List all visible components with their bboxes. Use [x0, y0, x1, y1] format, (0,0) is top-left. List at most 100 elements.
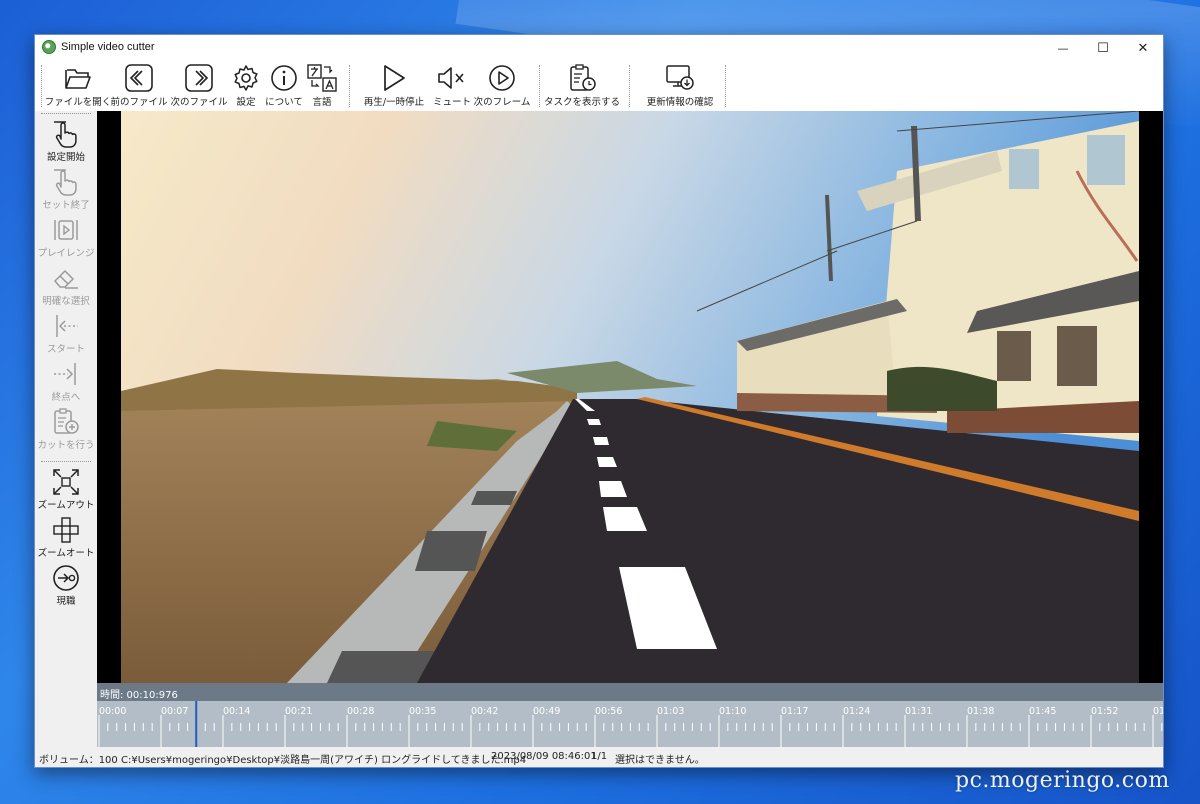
timeline-tick-label: 01:31 [905, 706, 932, 717]
timeline-tick-label: 00:56 [595, 706, 622, 717]
minimize-icon: — [1057, 41, 1069, 55]
time-display-bar: 時間: 00:10:976 [97, 683, 1163, 701]
go-start-label: スタート [46, 344, 85, 355]
do-cut-label: カットを行う [37, 440, 95, 451]
video-frame-image [97, 111, 1163, 683]
left-sidebar: 設定開始 セット終了 プレイレンジ 明確な選択 スタート 終点へ カットを行う [35, 111, 97, 747]
info-icon [271, 65, 297, 91]
next-file-button[interactable]: 次のファイル [171, 63, 228, 109]
start-setting-button[interactable]: 設定開始 [35, 119, 97, 165]
zoom-auto-label: ズームオート [37, 548, 95, 559]
open-file-button[interactable]: ファイルを開く [45, 63, 111, 109]
close-button[interactable]: ✕ [1123, 35, 1163, 61]
title-bar[interactable]: Simple video cutter — ☐ ✕ [35, 35, 1163, 61]
task-clipboard-icon [570, 64, 596, 91]
prev-file-label: 前のファイル [110, 97, 168, 108]
go-end-button[interactable]: 終点へ [35, 359, 97, 405]
eraser-icon [54, 270, 78, 289]
timeline-tick-label: 01:10 [719, 706, 746, 717]
selection-status: 選択はできません。 [615, 755, 705, 766]
app-icon [42, 40, 56, 54]
go-end-icon [54, 363, 76, 385]
go-start-button[interactable]: スタート [35, 311, 97, 357]
timeline-tick-label: 01:38 [967, 706, 994, 717]
play-range-icon [54, 220, 78, 240]
hand-pointer-icon [54, 169, 77, 196]
about-button[interactable]: について [265, 63, 303, 109]
timeline-tick-label: 00:14 [223, 706, 250, 717]
translate-icon [307, 64, 337, 92]
show-tasks-button[interactable]: タスクを表示する [544, 63, 621, 109]
timeline-tick-label: 00:49 [533, 706, 560, 717]
sidebar-separator [41, 461, 91, 462]
timeline-tick-label: 01:52 [1091, 706, 1118, 717]
about-label: について [265, 97, 303, 108]
settings-button[interactable]: 設定 [229, 63, 263, 109]
play-icon [384, 65, 405, 91]
settings-label: 設定 [236, 97, 256, 108]
language-label: 言語 [312, 97, 332, 108]
check-updates-button[interactable]: 更新情報の確認 [635, 63, 725, 109]
app-window: Simple video cutter — ☐ ✕ ファイルを開く 前のファイル… [34, 34, 1164, 768]
next-frame-icon [489, 65, 515, 91]
minimize-button[interactable]: — [1043, 35, 1083, 61]
file-date-status: 2023/08/09 08:46:01 [491, 751, 597, 762]
file-count-status: 1/1 [591, 751, 608, 762]
next-frame-button[interactable]: 次のフレーム [473, 63, 531, 109]
update-download-icon [666, 65, 694, 90]
volume-status: ボリューム：100 [39, 755, 118, 766]
prev-file-button[interactable]: 前のファイル [110, 63, 168, 109]
cut-task-icon [54, 408, 79, 434]
play-pause-button[interactable]: 再生/一時停止 [357, 63, 431, 109]
timeline-ticks: 00:00 00:07 00:14 00:21 00:28 00:35 00:42 00:49… [98, 701, 1163, 747]
show-tasks-label: タスクを表示する [544, 97, 621, 108]
zoom-auto-icon [53, 517, 79, 543]
toolbar-separator [725, 65, 727, 107]
current-time-label: 時間: 00:10:976 [100, 690, 178, 701]
clear-selection-button[interactable]: 明確な選択 [35, 263, 97, 309]
go-start-icon [56, 315, 78, 337]
language-button[interactable]: 言語 [305, 63, 339, 109]
status-bar: ボリューム：100 C:¥Users¥mogeringo¥Desktop¥淡路島… [35, 747, 1163, 767]
gear-icon [234, 65, 258, 91]
toolbar-separator [539, 65, 541, 107]
close-icon: ✕ [1137, 40, 1149, 56]
timeline-tick-label: 00:28 [347, 706, 374, 717]
timeline-tick-label: 01:03 [657, 706, 684, 717]
timeline-tick-label: 00:35 [409, 706, 436, 717]
timeline-ruler[interactable]: 00:00 00:07 00:14 00:21 00:28 00:35 00:42 00:49… [97, 701, 1163, 747]
clear-selection-label: 明確な選択 [42, 296, 90, 307]
zoom-out-label: ズームアウト [37, 500, 95, 511]
mute-label: ミュート [433, 97, 472, 108]
zoom-out-button[interactable]: ズームアウト [35, 467, 97, 513]
do-cut-button[interactable]: カットを行う [35, 407, 97, 453]
toolbar-separator [629, 65, 631, 107]
open-file-label: ファイルを開く [44, 97, 112, 108]
maximize-button[interactable]: ☐ [1083, 35, 1123, 61]
play-range-button[interactable]: プレイレンジ [35, 215, 97, 261]
zoom-auto-button[interactable]: ズームオート [35, 515, 97, 561]
start-setting-label: 設定開始 [46, 152, 85, 163]
timeline-playhead[interactable] [195, 701, 198, 747]
video-preview[interactable] [97, 111, 1163, 683]
timeline-tick-label: 00:07 [161, 706, 188, 717]
play-pause-label: 再生/一時停止 [363, 97, 425, 108]
watermark-text: pc.mogeringo.com [955, 768, 1170, 793]
maximize-icon: ☐ [1097, 40, 1109, 56]
go-current-icon [53, 565, 79, 591]
toolbar-separator [349, 65, 351, 107]
current-position-label: 現職 [56, 596, 76, 607]
toolbar-separator [41, 65, 43, 107]
mute-button[interactable]: ミュート [433, 63, 471, 109]
next-frame-label: 次のフレーム [473, 97, 531, 108]
go-end-label: 終点へ [51, 392, 81, 403]
set-end-button[interactable]: セット終了 [35, 167, 97, 213]
window-title: Simple video cutter [61, 41, 155, 53]
current-position-button[interactable]: 現職 [35, 563, 97, 609]
play-range-label: プレイレンジ [37, 248, 95, 259]
toolbar: ファイルを開く 前のファイル 次のファイル 設定 について 言語 再生/一時停止 [35, 61, 1163, 111]
folder-open-icon [65, 69, 91, 89]
chevron-right-icon [185, 64, 213, 92]
timeline-tick-label: 00:00 [99, 706, 126, 717]
chevron-left-icon [125, 64, 153, 92]
